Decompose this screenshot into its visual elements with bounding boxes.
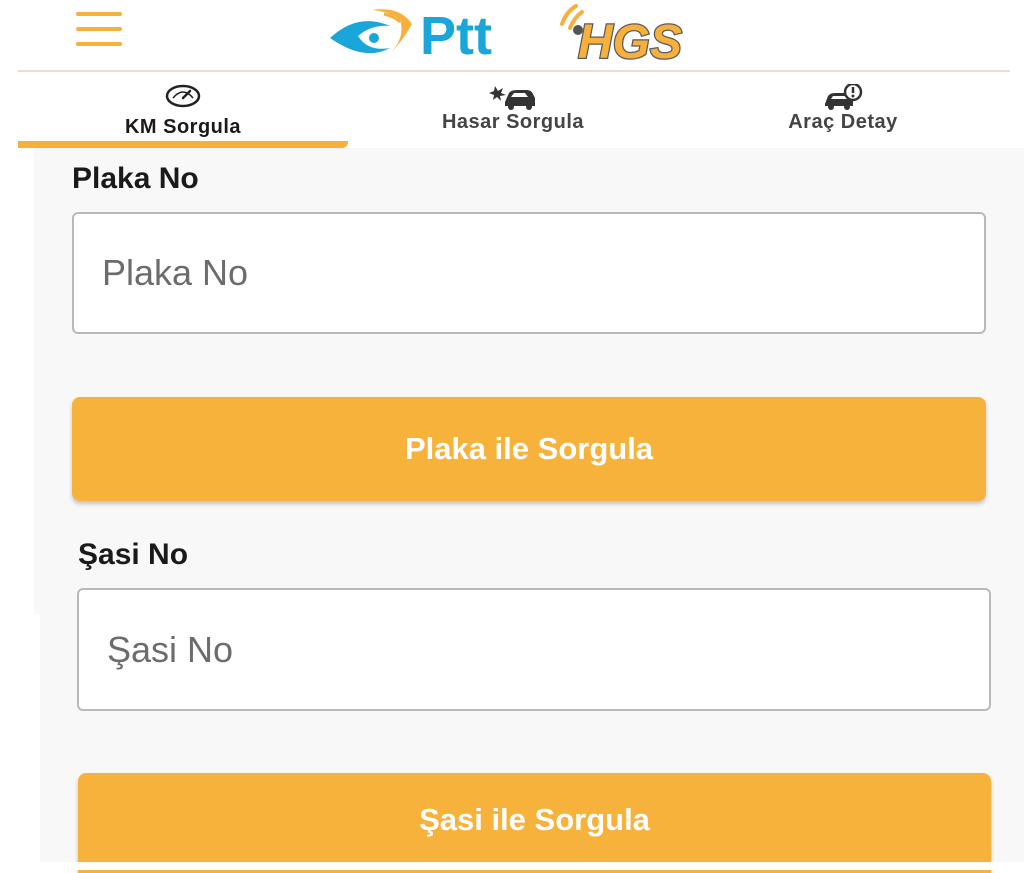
hgs-logo-text: HGS [578,16,682,64]
ptt-logo-icon: Ptt [330,6,492,66]
ptt-logo: Ptt [328,2,508,66]
menu-bar [76,12,122,16]
hamburger-menu-icon[interactable] [76,12,122,48]
hgs-logo: HGS [556,2,726,70]
tab-hasar-sorgula[interactable]: Hasar Sorgula [348,76,678,148]
header-divider [18,70,1010,72]
plaka-label: Plaka No [72,162,199,195]
tab-label: Hasar Sorgula [441,111,585,133]
tab-label: KM Sorgula [124,116,242,138]
active-tab-indicator [18,141,348,148]
plaka-input[interactable] [72,212,986,334]
speedometer-icon [165,84,201,113]
sasi-input[interactable] [77,588,991,711]
tab-label: Araç Detay [788,111,898,133]
menu-bar [76,27,122,31]
tab-km-sorgula[interactable]: KM Sorgula [18,76,348,148]
sasi-label: Şasi No [78,538,189,571]
hgs-logo-icon: HGS [560,4,683,70]
menu-bar [76,42,122,46]
bottom-edge [0,862,1024,870]
tab-arac-detay[interactable]: Araç Detay [678,76,1008,148]
sasi-search-button[interactable]: Şasi ile Sorgula [78,773,991,873]
ptt-logo-text: Ptt [420,6,492,64]
plaka-search-button[interactable]: Plaka ile Sorgula [72,397,986,501]
